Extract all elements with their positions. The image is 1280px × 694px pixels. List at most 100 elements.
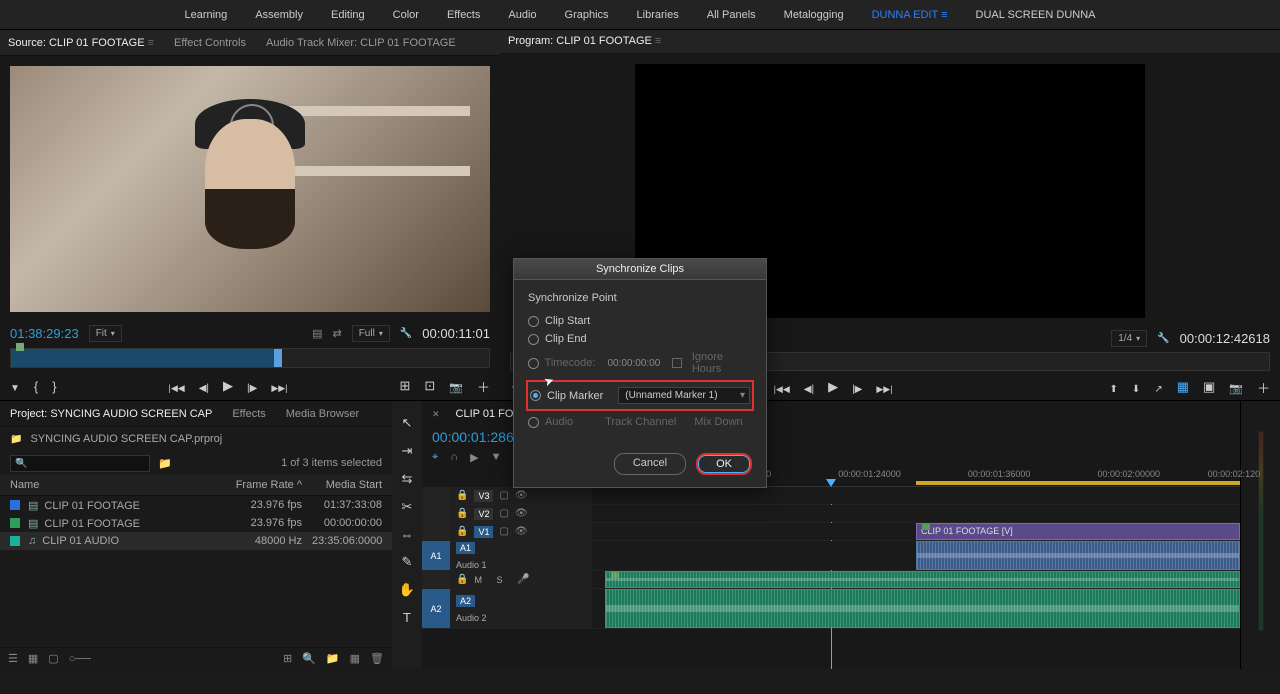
project-row[interactable]: CLIP 01 FOOTAGE 23.976 fps 00:00:00:00: [0, 514, 392, 532]
pen-tool[interactable]: ✎: [402, 554, 413, 570]
zoom-slider-icon[interactable]: ○──: [69, 653, 91, 665]
track-select-tool[interactable]: ⇥: [402, 443, 413, 459]
track-src-patch[interactable]: [422, 523, 450, 540]
ws-audio[interactable]: Audio: [508, 9, 536, 21]
ws-dunna-edit[interactable]: DUNNA EDIT: [872, 9, 948, 21]
source-zoom-dropdown[interactable]: Fit: [89, 325, 122, 342]
lock-icon[interactable]: 🔒: [456, 490, 468, 501]
freeform-view-icon[interactable]: ▢: [48, 652, 58, 665]
marker-dropdown[interactable]: (Unnamed Marker 1): [618, 387, 750, 404]
ws-color[interactable]: Color: [393, 9, 419, 21]
work-area-bar[interactable]: [916, 481, 1240, 485]
new-bin-icon[interactable]: 📁: [326, 652, 340, 665]
play-button[interactable]: [223, 378, 233, 394]
insert-button[interactable]: ⊞: [399, 378, 410, 394]
lift-button[interactable]: [1110, 380, 1118, 395]
ws-assembly[interactable]: Assembly: [255, 9, 303, 21]
eye-icon[interactable]: 👁: [515, 526, 528, 537]
step-back-button[interactable]: [199, 379, 209, 394]
export-frame-button[interactable]: [449, 379, 463, 394]
tab-audio-track-mixer[interactable]: Audio Track Mixer: CLIP 01 FOOTAGE: [266, 37, 456, 49]
track-src-patch[interactable]: [422, 571, 450, 588]
lock-icon[interactable]: 🔒: [456, 526, 468, 537]
export-button[interactable]: [1154, 380, 1162, 395]
solo-button[interactable]: S: [496, 575, 502, 585]
source-monitor[interactable]: [10, 66, 490, 312]
mute-button[interactable]: M: [474, 575, 482, 585]
prog-step-back-button[interactable]: [804, 380, 814, 395]
track-v1-content[interactable]: CLIP 01 FOOTAGE [V]: [592, 523, 1240, 540]
track-v3-content[interactable]: [592, 487, 1240, 504]
ws-learning[interactable]: Learning: [184, 9, 227, 21]
button-editor-button[interactable]: [477, 377, 490, 396]
go-to-in-button[interactable]: [169, 379, 185, 394]
slip-tool[interactable]: ⇔: [401, 527, 414, 542]
selection-tool[interactable]: ↖: [402, 415, 413, 431]
track-v3-label[interactable]: V3: [474, 490, 493, 502]
delete-icon[interactable]: 🗑: [370, 652, 384, 665]
source-resolution-dropdown[interactable]: Full: [352, 325, 390, 342]
close-sequence-icon[interactable]: [432, 408, 446, 420]
prog-export-frame-button[interactable]: [1229, 380, 1243, 395]
track-src-patch[interactable]: [422, 505, 450, 522]
settings-icon[interactable]: ▤: [312, 327, 322, 340]
auto-sequence-icon[interactable]: ⊞: [283, 652, 292, 665]
track-v2-label[interactable]: V2: [474, 508, 493, 520]
prog-step-forward-button[interactable]: [852, 380, 862, 395]
audio-clip[interactable]: [605, 571, 1240, 588]
track-v2-content[interactable]: [592, 505, 1240, 522]
radio-icon[interactable]: [528, 316, 539, 327]
radio-icon[interactable]: [530, 390, 541, 401]
in-marker-icon[interactable]: [16, 343, 24, 351]
audio-clip-a2[interactable]: [605, 589, 1240, 628]
step-forward-button[interactable]: [247, 379, 257, 394]
linked-selection-icon[interactable]: ∩: [450, 451, 458, 463]
tab-project[interactable]: Project: SYNCING AUDIO SCREEN CAP: [10, 408, 212, 420]
radio-icon[interactable]: [528, 334, 539, 345]
find-icon[interactable]: 🔍: [302, 652, 316, 665]
project-search-input[interactable]: [10, 455, 150, 472]
icon-view-icon[interactable]: ▦: [28, 652, 38, 665]
prog-button-editor-button[interactable]: [1257, 378, 1270, 397]
track-src-a2[interactable]: A2: [422, 589, 450, 628]
go-to-out-button[interactable]: [271, 379, 287, 394]
new-item-icon[interactable]: ▦: [350, 652, 360, 665]
tab-effects[interactable]: Effects: [232, 408, 265, 420]
wrench-icon[interactable]: [400, 327, 412, 339]
prog-go-to-out-button[interactable]: [876, 380, 892, 395]
track-a1-label[interactable]: A1: [456, 542, 475, 554]
playhead-icon[interactable]: [274, 349, 282, 367]
comparison-view-button[interactable]: ▦: [1177, 379, 1189, 395]
track-v1-label[interactable]: V1: [474, 526, 493, 538]
track-src-a1[interactable]: A1: [422, 541, 450, 570]
source-scrubber[interactable]: [10, 348, 490, 368]
razor-tool[interactable]: ✂: [402, 499, 413, 515]
toggle-output-icon[interactable]: ▢: [499, 508, 508, 519]
extract-button[interactable]: [1132, 380, 1140, 395]
mark-out-button[interactable]: [52, 379, 56, 394]
project-row[interactable]: CLIP 01 AUDIO 48000 Hz 23:35:06:0000: [0, 532, 392, 550]
voice-over-icon[interactable]: 🎤: [517, 574, 529, 585]
add-marker-button[interactable]: [10, 379, 20, 394]
source-tc-left[interactable]: 01:38:29:23: [10, 326, 79, 341]
opt-clip-marker[interactable]: Clip Marker (Unnamed Marker 1): [530, 384, 750, 407]
ws-graphics[interactable]: Graphics: [565, 9, 609, 21]
lock-icon[interactable]: 🔒: [456, 574, 468, 585]
opt-clip-end[interactable]: Clip End: [528, 330, 752, 348]
opt-clip-start[interactable]: Clip Start: [528, 312, 752, 330]
col-name[interactable]: Name: [10, 479, 232, 491]
track-a1-content[interactable]: [592, 541, 1240, 570]
ws-editing[interactable]: Editing: [331, 9, 365, 21]
track-a2-label[interactable]: A2: [456, 595, 475, 607]
prog-play-button[interactable]: [828, 379, 838, 395]
eye-icon[interactable]: 👁: [515, 490, 528, 501]
safe-margins-button[interactable]: ▣: [1203, 379, 1215, 395]
ripple-edit-tool[interactable]: ⇆: [402, 471, 413, 487]
col-frame-rate[interactable]: Frame Rate ^: [232, 479, 302, 491]
lock-icon[interactable]: 🔒: [456, 508, 468, 519]
eye-icon[interactable]: 👁: [515, 508, 528, 519]
toggle-output-icon[interactable]: ▢: [499, 526, 508, 537]
cancel-button[interactable]: Cancel: [614, 453, 686, 475]
snap-icon[interactable]: ⌖: [432, 451, 438, 464]
tab-source[interactable]: Source: CLIP 01 FOOTAGE: [8, 37, 154, 49]
